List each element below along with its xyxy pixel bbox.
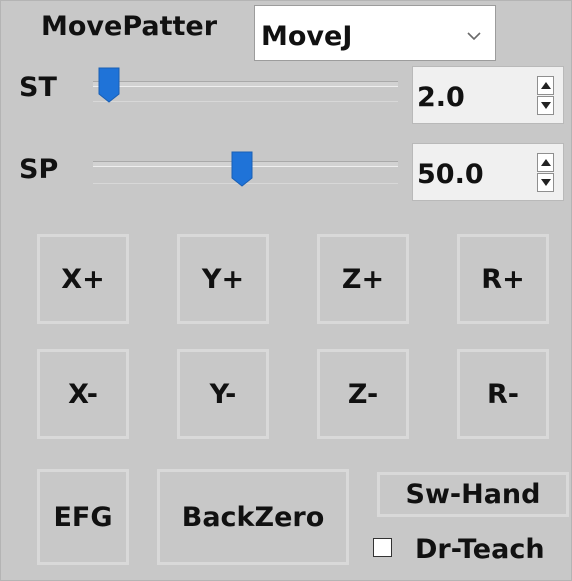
st-increment-button[interactable] <box>537 76 554 95</box>
back-zero-button[interactable]: BackZero <box>157 469 349 565</box>
sp-value[interactable]: 50.0 <box>417 159 484 190</box>
st-label: ST <box>19 72 57 103</box>
jog-y-minus-button[interactable]: Y- <box>177 349 269 439</box>
jog-x-minus-button[interactable]: X- <box>37 349 129 439</box>
move-pattern-label: MovePatter <box>41 11 218 42</box>
move-pattern-selected: MoveJ <box>261 21 353 52</box>
sp-spinbox[interactable]: 50.0 <box>412 143 564 201</box>
efg-button[interactable]: EFG <box>37 469 129 565</box>
triangle-down-icon <box>541 102 551 109</box>
sp-slider-thumb[interactable] <box>231 151 253 187</box>
triangle-up-icon <box>541 159 551 166</box>
chevron-down-icon <box>467 32 481 41</box>
st-slider-thumb[interactable] <box>98 67 120 103</box>
dr-teach-label[interactable]: Dr-Teach <box>415 536 545 563</box>
jog-x-plus-button[interactable]: X+ <box>37 234 129 324</box>
st-value[interactable]: 2.0 <box>417 82 465 113</box>
jog-r-minus-button[interactable]: R- <box>457 349 549 439</box>
sp-label: SP <box>19 154 59 185</box>
st-spinbox[interactable]: 2.0 <box>412 66 564 124</box>
jog-z-minus-button[interactable]: Z- <box>317 349 409 439</box>
jog-z-plus-button[interactable]: Z+ <box>317 234 409 324</box>
sw-hand-button[interactable]: Sw-Hand <box>377 472 569 517</box>
jog-control-panel: MovePatter MoveJ ST 2.0 SP 50.0 X+ Y+ Z+… <box>0 0 572 581</box>
jog-y-plus-button[interactable]: Y+ <box>177 234 269 324</box>
triangle-down-icon <box>541 179 551 186</box>
move-pattern-dropdown[interactable]: MoveJ <box>254 5 496 61</box>
st-slider-track[interactable] <box>93 81 398 87</box>
sp-increment-button[interactable] <box>537 153 554 172</box>
jog-r-plus-button[interactable]: R+ <box>457 234 549 324</box>
st-decrement-button[interactable] <box>537 96 554 115</box>
st-slider-tick-line <box>93 101 398 102</box>
sp-decrement-button[interactable] <box>537 173 554 192</box>
triangle-up-icon <box>541 82 551 89</box>
dr-teach-checkbox[interactable] <box>373 538 392 557</box>
